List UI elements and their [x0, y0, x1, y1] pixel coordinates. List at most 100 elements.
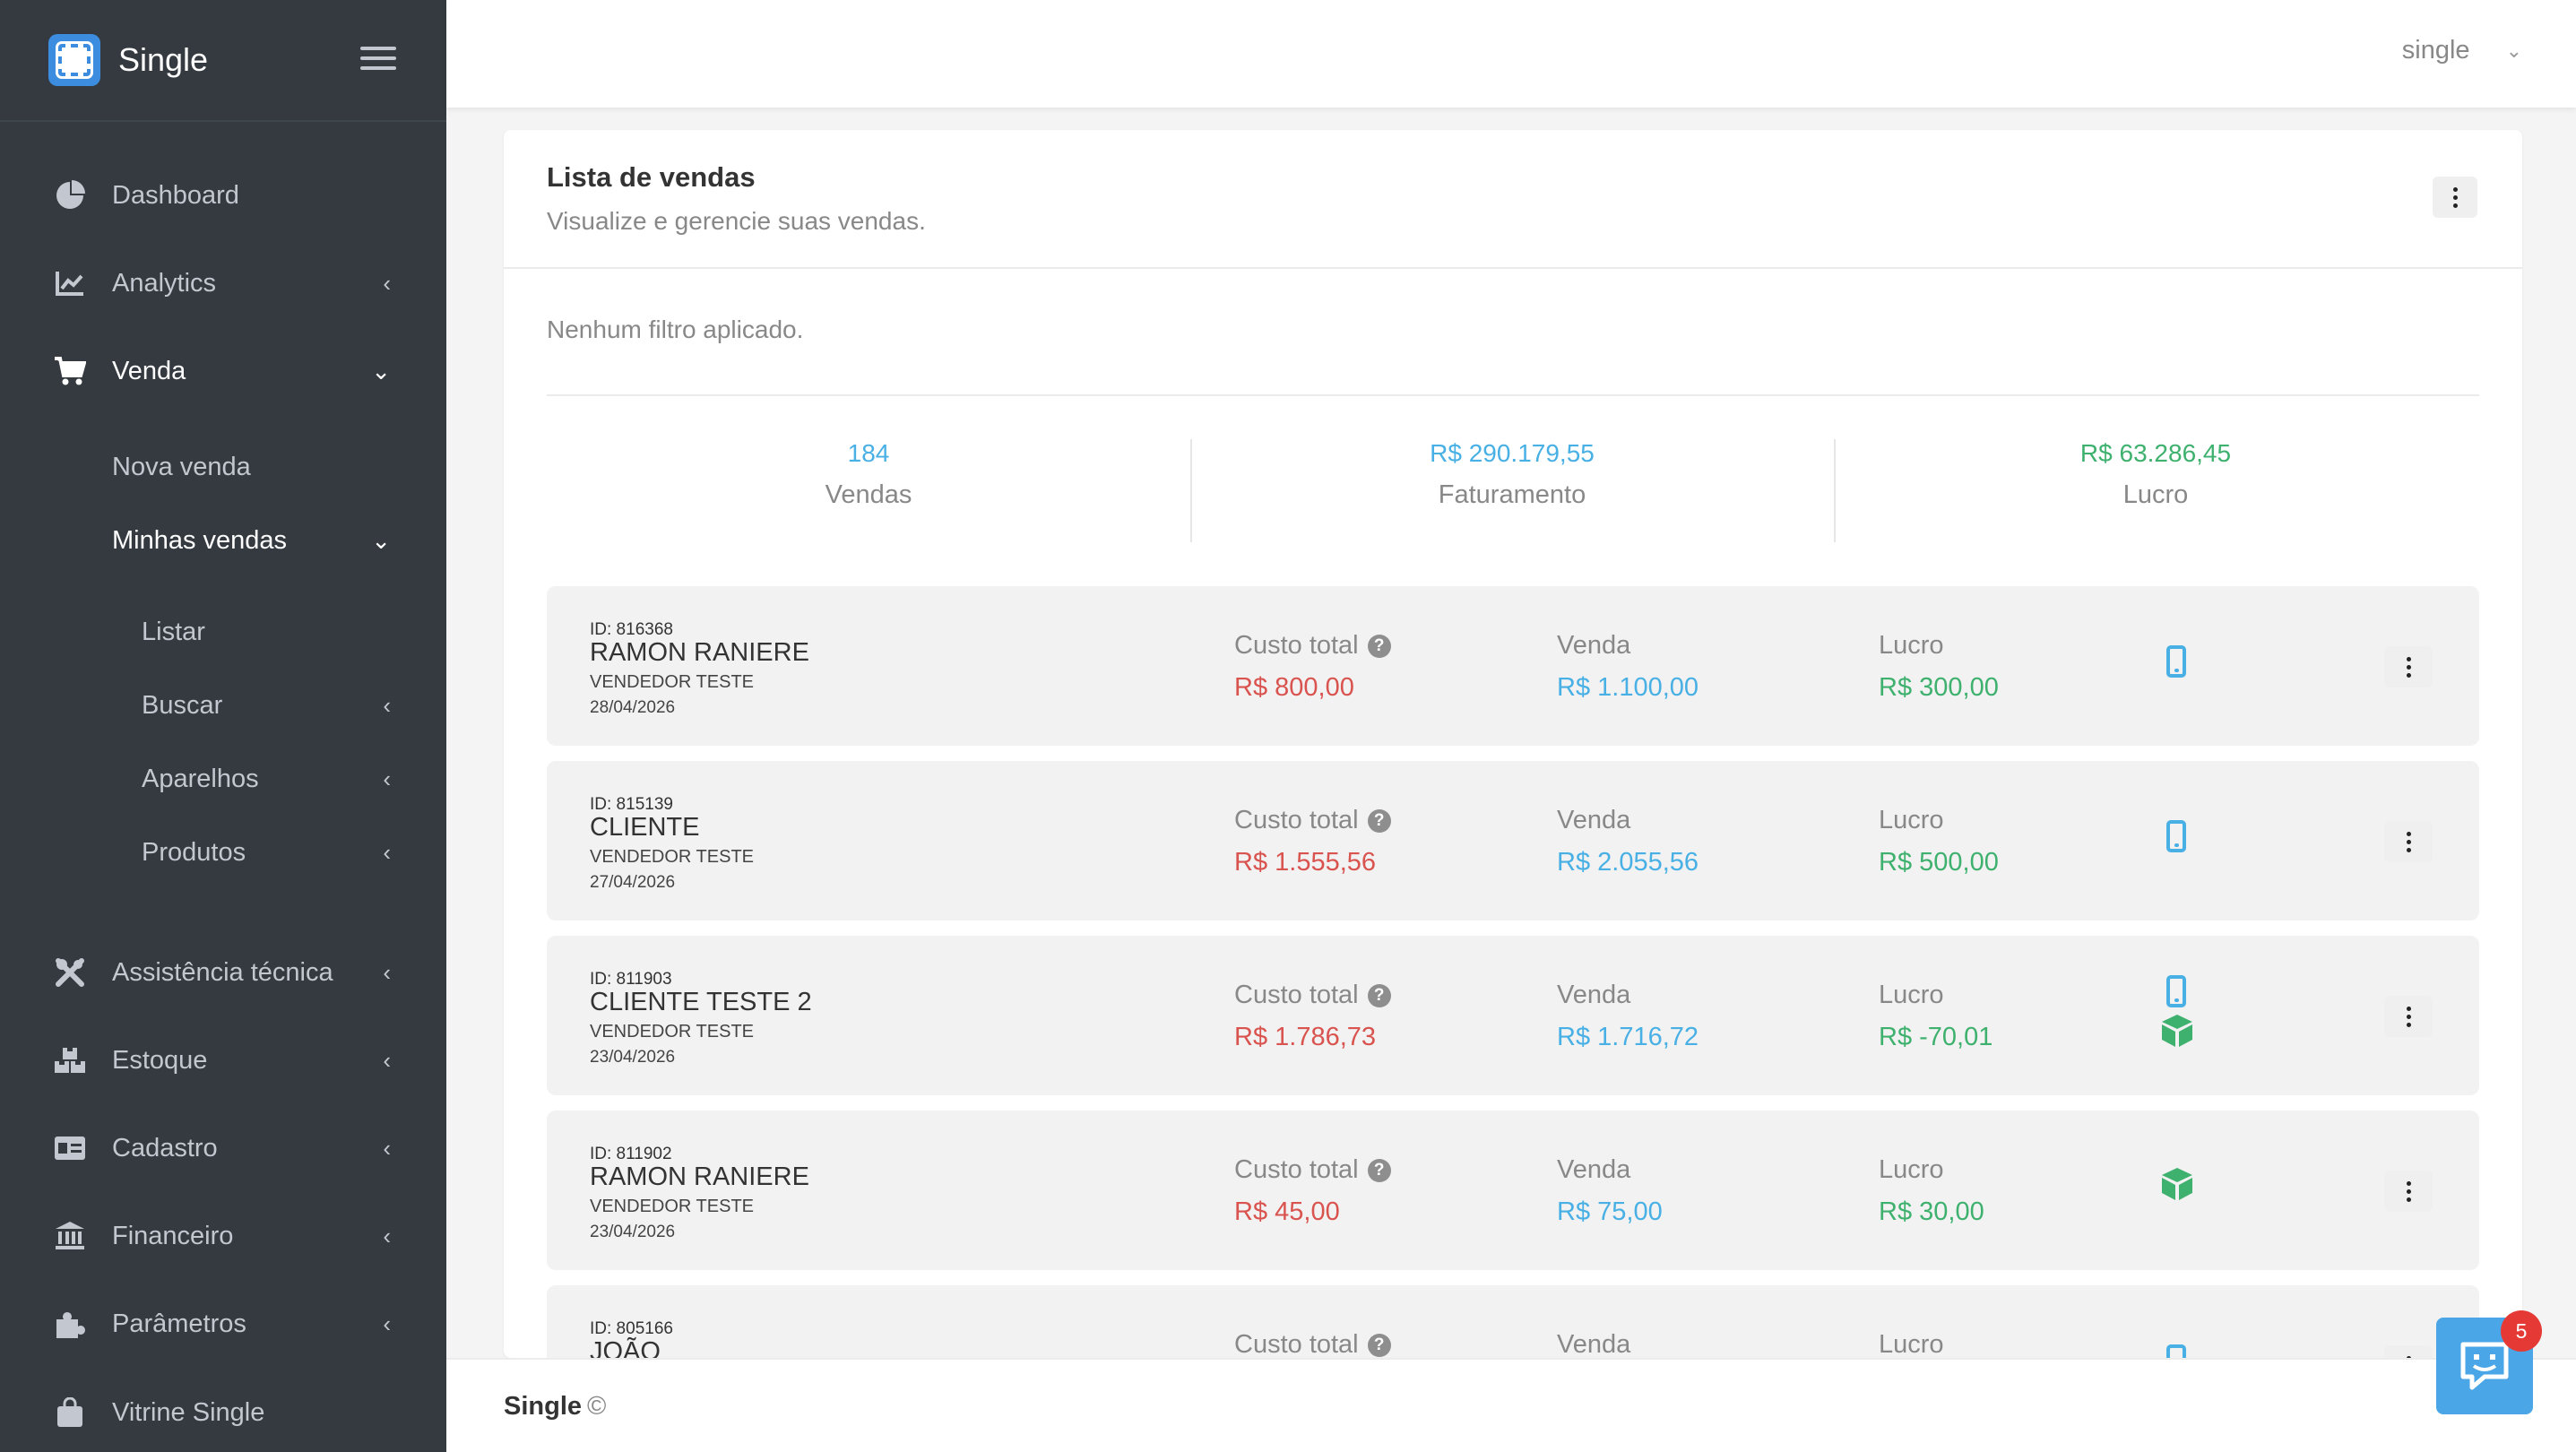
- chevron-down-icon: ⌄: [2505, 39, 2522, 62]
- seller-name: VENDEDOR TESTE: [590, 847, 754, 867]
- sale-column: Venda R$ 75,00: [1557, 1155, 1663, 1227]
- help-icon[interactable]: ?: [1367, 1158, 1391, 1182]
- seller-name: VENDEDOR TESTE: [590, 1197, 754, 1216]
- row-options-button[interactable]: [2384, 996, 2433, 1037]
- sidebar-item-label: Estoque: [112, 1045, 208, 1075]
- cart-icon: [54, 355, 86, 387]
- cost-value: R$ 45,00: [1234, 1197, 1340, 1226]
- stat-label: Vendas: [825, 480, 912, 509]
- sidebar-item-assistencia-tecnica[interactable]: Assistência técnica ‹: [0, 946, 446, 999]
- cost-label: Custo total: [1234, 1330, 1359, 1358]
- sidebar-item-label: Cadastro: [112, 1133, 218, 1162]
- sidebar-item-label: Assistência técnica: [112, 957, 333, 987]
- sidebar-item-parametros[interactable]: Parâmetros ‹: [0, 1297, 446, 1351]
- help-icon[interactable]: ?: [1367, 634, 1391, 658]
- brand: Single: [0, 0, 446, 122]
- profit-value: R$ 300,00: [1879, 673, 1999, 702]
- sidebar-item-label: Dashboard: [112, 180, 239, 210]
- sale-row[interactable]: ID: 811902 RAMON RANIERE VENDEDOR TESTE …: [547, 1111, 2479, 1270]
- row-options-button[interactable]: [2384, 646, 2433, 687]
- stat-faturamento: R$ 290.179,55 Faturamento: [1190, 439, 1834, 510]
- sidebar-item-vitrine-single[interactable]: Vitrine Single: [0, 1386, 446, 1439]
- help-icon[interactable]: ?: [1367, 1333, 1391, 1357]
- sale-value: R$ 1.716,72: [1557, 1023, 1699, 1051]
- sidebar-item-listar[interactable]: Listar: [0, 607, 446, 657]
- box-icon: [2162, 1015, 2192, 1047]
- sale-column: Venda R$ 2.055,56: [1557, 806, 1699, 877]
- profit-column: Lucro R$ -70,01: [1879, 981, 1993, 1052]
- chevron-down-icon: ⌄: [371, 357, 391, 385]
- cost-column: Custo total? R$ 800,00: [1234, 631, 1391, 703]
- user-menu[interactable]: single ⌄: [2402, 36, 2522, 65]
- sale-row[interactable]: ID: 811903 CLIENTE TESTE 2 VENDEDOR TEST…: [547, 936, 2479, 1095]
- profit-label: Lucro: [1879, 1155, 1944, 1184]
- cost-label: Custo total: [1234, 631, 1359, 660]
- sale-id: ID: 811902: [590, 1145, 672, 1163]
- profit-column: Lucro R$ 300,00: [1879, 631, 1999, 703]
- sale-row[interactable]: ID: 816368 RAMON RANIERE VENDEDOR TESTE …: [547, 586, 2479, 746]
- sidebar-item-label: Financeiro: [112, 1221, 234, 1250]
- sidebar-item-label: Aparelhos: [142, 764, 259, 793]
- footer-text: Single ©: [504, 1392, 606, 1422]
- sale-row[interactable]: ID: 815139 CLIENTE VENDEDOR TESTE 27/04/…: [547, 761, 2479, 920]
- chevron-down-icon: ⌄: [371, 526, 391, 554]
- chevron-left-icon: ‹: [383, 1309, 391, 1337]
- seller-name: VENDEDOR TESTE: [590, 672, 754, 692]
- sidebar-item-estoque[interactable]: Estoque ‹: [0, 1033, 446, 1087]
- row-options-button[interactable]: [2384, 1171, 2433, 1212]
- chevron-left-icon: ‹: [383, 765, 391, 792]
- footer: Single ©: [446, 1358, 2576, 1452]
- profit-label: Lucro: [1879, 981, 1944, 1009]
- sidebar-item-cadastro[interactable]: Cadastro ‹: [0, 1121, 446, 1175]
- cost-column: Custo total? R$ 1.786,73: [1234, 981, 1391, 1052]
- sale-date: 23/04/2026: [590, 1048, 676, 1067]
- sidebar-item-financeiro[interactable]: Financeiro ‹: [0, 1209, 446, 1263]
- pie-chart-icon: [54, 179, 86, 212]
- profit-label: Lucro: [1879, 631, 1944, 660]
- more-vertical-icon: [2406, 1005, 2411, 1029]
- box-icon: [2162, 1168, 2192, 1200]
- chat-icon: [2460, 1342, 2509, 1390]
- row-options-button[interactable]: [2384, 821, 2433, 862]
- phone-icon: [2166, 975, 2186, 1007]
- sidebar-item-buscar[interactable]: Buscar ‹: [0, 680, 446, 730]
- more-vertical-icon: [2406, 830, 2411, 854]
- chevron-left-icon: ‹: [383, 691, 391, 719]
- filter-status: Nenhum filtro aplicado.: [547, 315, 804, 343]
- more-vertical-icon: [2452, 186, 2458, 210]
- sales-card: Lista de vendas Visualize e gerencie sua…: [504, 130, 2522, 1358]
- help-icon[interactable]: ?: [1367, 983, 1391, 1007]
- card-options-button[interactable]: [2433, 177, 2477, 218]
- cost-value: R$ 800,00: [1234, 673, 1354, 702]
- stat-lucro: R$ 63.286,45 Lucro: [1834, 439, 2477, 510]
- profit-column: Lucro: [1879, 1330, 1944, 1358]
- customer-name: RAMON RANIERE: [590, 638, 809, 667]
- page-title: Lista de vendas: [547, 161, 756, 193]
- sidebar-item-dashboard[interactable]: Dashboard: [0, 169, 446, 222]
- sidebar-item-venda[interactable]: Venda ⌄: [0, 344, 446, 398]
- hamburger-menu-icon[interactable]: [360, 47, 396, 73]
- sidebar-item-produtos[interactable]: Produtos ‹: [0, 827, 446, 877]
- line-chart-icon: [54, 267, 86, 299]
- profit-label: Lucro: [1879, 1330, 1944, 1358]
- sale-row[interactable]: ID: 805166 JOÃO Custo total? Venda Lucro: [547, 1285, 2479, 1358]
- stat-vendas: 184 Vendas: [547, 439, 1190, 510]
- cost-column: Custo total? R$ 45,00: [1234, 1155, 1391, 1227]
- sale-id: ID: 805166: [590, 1319, 673, 1338]
- stat-value: R$ 290.179,55: [1430, 439, 1595, 467]
- puzzle-icon: [54, 1308, 86, 1340]
- sale-value: R$ 75,00: [1557, 1197, 1663, 1226]
- sidebar-item-label: Venda: [112, 356, 186, 385]
- sidebar-item-minhas-vendas[interactable]: Minhas vendas ⌄: [0, 515, 446, 566]
- sale-date: 28/04/2026: [590, 698, 676, 717]
- customer-name: CLIENTE: [590, 813, 700, 842]
- help-icon[interactable]: ?: [1367, 808, 1391, 833]
- phone-icon: [2166, 1344, 2186, 1358]
- profit-column: Lucro R$ 500,00: [1879, 806, 1999, 877]
- customer-name: RAMON RANIERE: [590, 1162, 809, 1191]
- sidebar-item-analytics[interactable]: Analytics ‹: [0, 256, 446, 310]
- sidebar-item-aparelhos[interactable]: Aparelhos ‹: [0, 754, 446, 804]
- row-options-button[interactable]: [2384, 1345, 2433, 1358]
- sidebar-item-nova-venda[interactable]: Nova venda: [0, 442, 446, 492]
- divider: [547, 394, 2479, 396]
